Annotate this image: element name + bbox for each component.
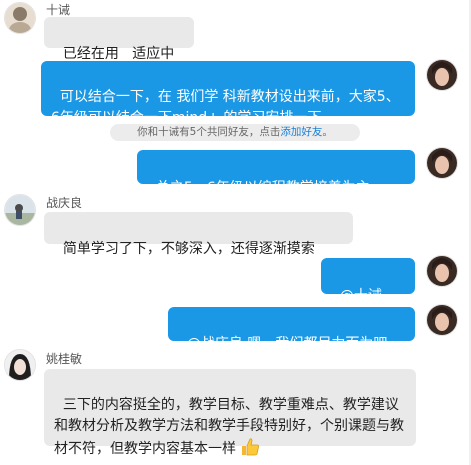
avatar-self-image: [427, 148, 457, 178]
avatar-self-image: [427, 256, 457, 286]
sender-name: 战庆良: [46, 196, 83, 210]
avatar-shijie[interactable]: [4, 2, 36, 34]
message-text: 已经在用 适应中: [62, 46, 175, 62]
avatar-self[interactable]: [426, 304, 458, 336]
message-bubble: @十诫: [321, 258, 415, 326]
avatar-self[interactable]: [426, 147, 458, 179]
message-bubble: 三下的内容挺全的，教学目标、教学重难点、教学建议和教材分析及教学方法和教学手段特…: [44, 369, 416, 457]
avatar-shijie-image: [5, 3, 35, 33]
avatar-yaoguimin-image: [5, 350, 35, 380]
message-text: @十诫: [339, 288, 387, 304]
message-bubble: 已经在用 适应中: [44, 17, 194, 62]
message-text: 总之5、6年级以编程教学培养为主，: [155, 180, 384, 196]
message-text: 简单学习了下，不够深入，还得逐渐摸索: [62, 241, 315, 257]
thumbs-up-icon: [240, 437, 260, 464]
avatar-zhanqingliang-image: [5, 195, 35, 225]
avatar-zhanqingliang[interactable]: [4, 194, 36, 226]
message-text: 可以结合一下，在 我们学 科新教材设出来前，大家5、6年级可以结合一下mind+…: [51, 89, 400, 126]
avatar-self-image: [427, 60, 457, 90]
message-bubble: 简单学习了下，不够深入，还得逐渐摸索: [44, 212, 353, 257]
message-bubble: @战庆良 嗯，我们都尽力而为吧: [168, 307, 415, 352]
sender-name: 十诫: [46, 3, 71, 17]
avatar-self-image: [427, 305, 457, 335]
message-text: 三下的内容挺全的，教学目标、教学重难点、教学建议和教材分析及教学方法和教学手段特…: [54, 397, 404, 457]
avatar-yaoguimin[interactable]: [4, 349, 36, 381]
avatar-self[interactable]: [426, 59, 458, 91]
message-bubble: 可以结合一下，在 我们学 科新教材设出来前，大家5、6年级可以结合一下mind+…: [41, 61, 415, 126]
add-friend-link[interactable]: 添加好友: [280, 126, 322, 138]
notice-text: 你和十诫有5个共同好友，点击: [137, 126, 281, 138]
message-text: @战庆良 嗯，我们都尽力而为吧: [186, 336, 388, 352]
notice-suffix: 。: [322, 126, 333, 138]
common-friends-notice: 你和十诫有5个共同好友，点击添加好友。: [110, 124, 360, 141]
message-bubble: 总之5、6年级以编程教学培养为主，: [137, 150, 415, 196]
sender-name: 姚桂敏: [46, 352, 83, 366]
avatar-self[interactable]: [426, 255, 458, 287]
